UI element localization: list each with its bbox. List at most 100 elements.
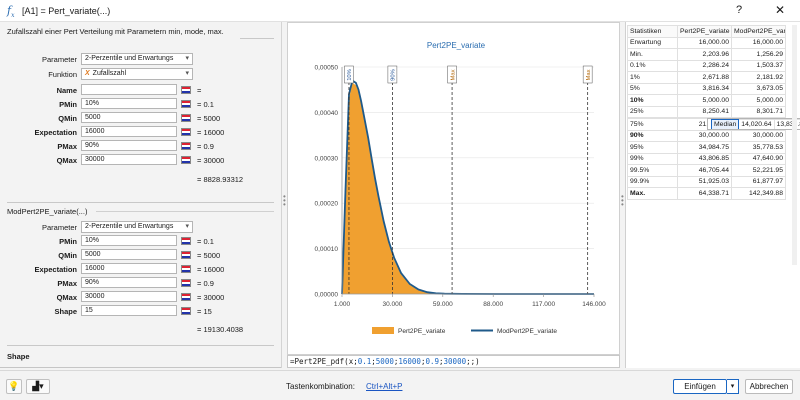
pmin-label: PMin — [59, 100, 77, 109]
section3-title: Shape — [7, 352, 30, 361]
pmin-input[interactable]: 10% — [81, 98, 177, 109]
cell-ref-icon[interactable] — [181, 86, 191, 94]
table-row[interactable]: 95% 34,984.75 35,778.53 — [627, 141, 786, 154]
stat-value-cell: 3,673.05 — [731, 82, 786, 95]
y-tick-label: 0,00030 — [315, 155, 339, 162]
expectation-input[interactable]: 16000 — [81, 126, 177, 137]
stat-value-cell: 2,286.24 — [677, 59, 732, 72]
table-row[interactable]: Erwartung 16,000.00 16,000.00 — [627, 36, 786, 49]
shape-label: Shape — [54, 307, 77, 316]
parameter-select[interactable]: 2-Perzentile und Erwartungs ▾ — [81, 53, 193, 65]
table-row[interactable]: 90% 30,000.00 30,000.00 — [627, 129, 786, 142]
stat-value-cell: 2,203.96 — [677, 48, 732, 61]
chevron-down-icon: ▾ — [185, 55, 189, 62]
qmin-input[interactable]: 5000 — [81, 249, 177, 260]
qmin-result: = 5000 — [197, 251, 221, 260]
qmax-result: = 30000 — [197, 156, 225, 165]
bottom-bar: 💡 ▟▾ Tastenkombination: Ctrl+Alt+P Einfü… — [0, 370, 800, 400]
splitter-handle[interactable]: • • • — [283, 193, 286, 209]
help-button[interactable]: ? — [736, 4, 742, 16]
funktion-select[interactable]: X Zufallszahl ▾ — [81, 68, 193, 80]
insert-dropdown-button[interactable]: ▾ — [727, 379, 739, 394]
qmax-input[interactable]: 30000 — [81, 154, 177, 165]
qmax-label: QMax — [56, 156, 77, 165]
table-row[interactable]: Max. 64,338.71 142,349.88 — [627, 187, 786, 200]
expectation-result: = 16000 — [197, 265, 225, 274]
table-row[interactable]: Median14,020.6413,830.89 — [707, 118, 800, 130]
cancel-button[interactable]: Abbrechen — [745, 379, 793, 394]
pmin-result: = 0.1 — [197, 100, 214, 109]
section1-title: Zufallszahl einer Pert Verteilung mit Pa… — [7, 27, 224, 36]
qmin-input[interactable]: 5000 — [81, 112, 177, 123]
stat-name-cell: 95% — [627, 141, 678, 154]
table-row[interactable]: 99.9% 51,925.03 61,877.97 — [627, 175, 786, 188]
cell-ref-icon[interactable] — [181, 237, 191, 245]
parameter-select[interactable]: 2-Perzentile und Erwartungs ▾ — [81, 221, 193, 233]
stat-value-cell: 1,503.37 — [731, 59, 786, 72]
cell-ref-icon[interactable] — [181, 251, 191, 259]
formula-bar[interactable]: =Pert2PE_pdf(x;0.1;5000;16000;0.9;30000;… — [287, 355, 620, 368]
table-row[interactable]: Min. 2,203.96 1,256.29 — [627, 48, 786, 61]
stat-name-cell: 99% — [627, 152, 678, 165]
table-row[interactable]: 25% 8,250.41 8,301.71 — [627, 105, 786, 118]
qmax-input[interactable]: 30000 — [81, 291, 177, 302]
lightbulb-icon[interactable]: 💡 — [6, 379, 22, 394]
cell-ref-icon[interactable] — [181, 142, 191, 150]
name-input[interactable] — [81, 84, 177, 95]
cell-ref-icon[interactable] — [181, 307, 191, 315]
cell-ref-icon[interactable] — [181, 128, 191, 136]
marker-label: Max — [586, 69, 592, 80]
stat-name-cell: 99.9% — [627, 175, 678, 188]
expectation-label: Expectation — [34, 265, 77, 274]
stat-value-cell: 35,778.53 — [731, 141, 786, 154]
chevron-down-icon: ▾ — [185, 223, 189, 230]
cell-ref-icon[interactable] — [181, 100, 191, 108]
vertical-scrollbar[interactable] — [792, 25, 797, 265]
table-row[interactable]: 1% 2,671.88 2,181.92 — [627, 71, 786, 84]
cell-ref-icon[interactable] — [181, 156, 191, 164]
legend-label-pert2pe: Pert2PE_variate — [398, 328, 446, 335]
cell-ref-icon[interactable] — [181, 265, 191, 273]
cell-ref-icon[interactable] — [181, 293, 191, 301]
expectation-label: Expectation — [34, 128, 77, 137]
stat-value-cell: 52,221.95 — [731, 164, 786, 177]
table-row[interactable]: 99.5% 46,705.44 52,221.95 — [627, 164, 786, 177]
formula-arg: 5000 — [375, 357, 394, 366]
marker-label: Max — [450, 69, 456, 80]
stat-value-cell: 64,338.71 — [677, 187, 732, 200]
horizontal-scrollbar[interactable] — [0, 367, 281, 368]
chevron-down-icon: ▾ — [185, 70, 189, 77]
cell-ref-icon[interactable] — [181, 279, 191, 287]
close-button[interactable]: ✕ — [775, 3, 785, 17]
stat-value-cell: 61,877.97 — [731, 175, 786, 188]
stat-name-cell: 99.5% — [627, 164, 678, 177]
qmax-result: = 30000 — [197, 293, 225, 302]
statistics-table: Statistiken Pert2PE_variate ModPert2PE_v… — [627, 25, 800, 200]
splitter-handle[interactable]: • • • — [621, 193, 624, 209]
stat-value-cell: 1,256.29 — [731, 48, 786, 61]
section1-divider — [240, 38, 274, 39]
insert-button[interactable]: Einfügen — [673, 379, 727, 394]
x-tick-label: 146.000 — [582, 301, 606, 308]
fx-icon: fx — [7, 4, 15, 20]
qmin-label: QMin — [58, 114, 77, 123]
table-row[interactable]: 5% 3,816.34 3,673.05 — [627, 82, 786, 95]
section-divider — [7, 345, 274, 346]
table-row[interactable]: 10% 5,000.00 5,000.00 — [627, 94, 786, 107]
pmax-result: = 0.9 — [197, 279, 214, 288]
table-row[interactable]: 99% 43,806.85 47,640.90 — [627, 152, 786, 165]
chart-options-icon[interactable]: ▟▾ — [26, 379, 50, 394]
expectation-result: = 16000 — [197, 128, 225, 137]
stat-value-cell: 8,250.41 — [677, 105, 732, 118]
cell-ref-icon[interactable] — [181, 114, 191, 122]
expectation-input[interactable]: 16000 — [81, 263, 177, 274]
stat-value-cell: 2,181.92 — [731, 71, 786, 84]
pmin-input[interactable]: 10% — [81, 235, 177, 246]
pmax-input[interactable]: 90% — [81, 140, 177, 151]
table-row[interactable]: 0.1% 2,286.24 1,503.37 — [627, 59, 786, 72]
legend-label-modpert2pe: ModPert2PE_variate — [497, 328, 557, 335]
pmax-input[interactable]: 90% — [81, 277, 177, 288]
shortcut-link[interactable]: Ctrl+Alt+P — [366, 382, 402, 391]
shape-input[interactable]: 15 — [81, 305, 177, 316]
qmin-result: = 5000 — [197, 114, 221, 123]
